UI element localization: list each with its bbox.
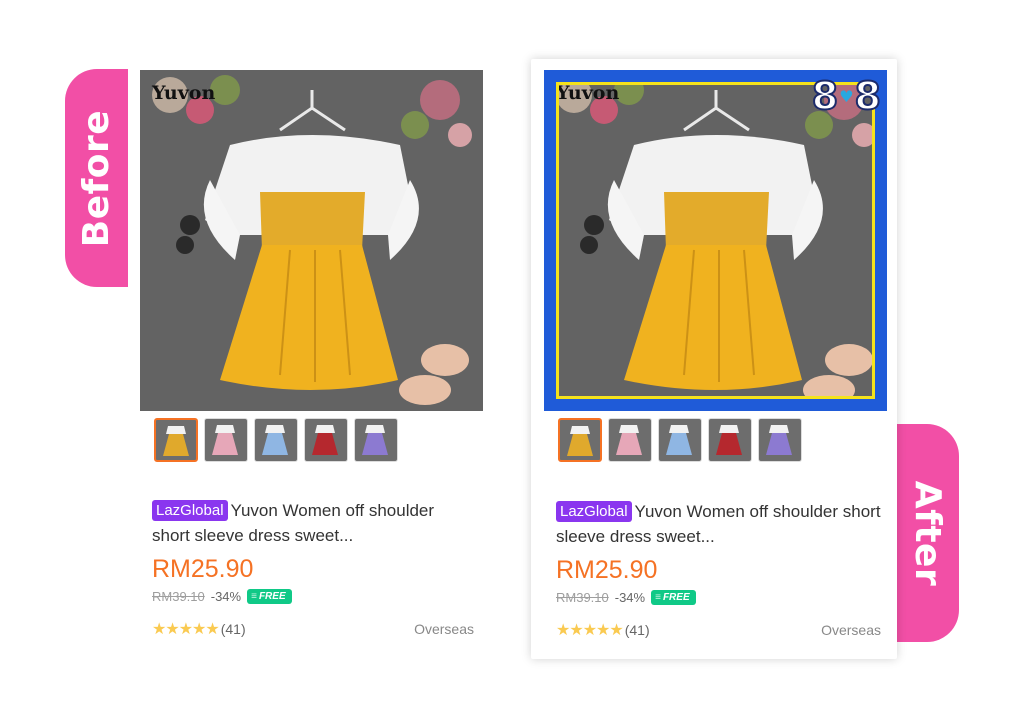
truck-speed-icon: ≡	[655, 592, 661, 603]
truck-speed-icon: ≡	[251, 591, 257, 602]
product-card-after[interactable]: Yuvon 8 ♥ 8 LazGlobal Yuvon Women off shoul…	[531, 59, 897, 659]
badge-digit-left: 8	[811, 73, 839, 119]
image-brand-watermark: Yuvon	[152, 82, 216, 104]
product-price: RM25.90	[556, 556, 658, 584]
thumbnail-blue[interactable]	[658, 418, 702, 462]
original-price: RM39.10	[556, 590, 609, 605]
thumbnail-purple[interactable]	[758, 418, 802, 462]
original-price: RM39.10	[152, 589, 205, 604]
review-count: (41)	[220, 621, 246, 637]
discount-percent: -34%	[614, 590, 646, 605]
product-title[interactable]: LazGlobal Yuvon Women off shoulder short …	[152, 498, 474, 548]
free-shipping-tag: ≡ FREE	[651, 590, 696, 605]
product-image[interactable]: Yuvon	[140, 70, 483, 411]
thumbnail-red[interactable]	[708, 418, 752, 462]
heart-icon: ♥	[839, 86, 854, 106]
price-meta: RM39.10 -34% ≡ FREE	[556, 590, 881, 605]
star-rating-icon: ★★★★★	[556, 622, 624, 639]
product-title[interactable]: LazGlobal Yuvon Women off shoulder short …	[556, 499, 881, 549]
thumbnail-pink[interactable]	[204, 418, 248, 462]
thumbnail-red[interactable]	[304, 418, 348, 462]
product-image[interactable]: Yuvon 8 ♥ 8	[544, 70, 887, 411]
free-label: FREE	[258, 591, 286, 602]
shipping-location: Overseas	[414, 621, 474, 637]
price-meta: RM39.10 -34% ≡ FREE	[152, 589, 474, 604]
review-count: (41)	[624, 622, 650, 638]
lazglobal-badge: LazGlobal	[152, 500, 228, 521]
product-price: RM25.90	[152, 555, 254, 583]
shipping-location: Overseas	[821, 622, 881, 638]
after-label: After	[907, 480, 949, 586]
discount-percent: -34%	[210, 589, 242, 604]
before-label: Before	[76, 109, 118, 247]
lazglobal-badge: LazGlobal	[556, 501, 632, 522]
thumbnail-strip	[558, 418, 802, 462]
after-label-tab: After	[897, 424, 959, 642]
rating: ★★★★★ (41)	[556, 620, 650, 640]
product-info: LazGlobal Yuvon Women off shoulder short …	[556, 499, 881, 640]
badge-digit-right: 8	[854, 73, 882, 119]
campaign-8-8-badge: 8 ♥ 8	[811, 73, 882, 119]
thumbnail-yellow[interactable]	[154, 418, 198, 462]
product-footer: ★★★★★ (41) Overseas	[556, 620, 881, 640]
product-info: LazGlobal Yuvon Women off shoulder short …	[152, 498, 474, 639]
thumbnail-blue[interactable]	[254, 418, 298, 462]
dress-illustration	[140, 70, 483, 411]
product-card-before[interactable]: Yuvon LazGlobal Yuvon Women off shoulder …	[140, 68, 485, 648]
before-label-tab: Before	[65, 69, 128, 287]
thumbnail-strip	[154, 418, 398, 462]
free-label: FREE	[662, 592, 690, 603]
thumbnail-pink[interactable]	[608, 418, 652, 462]
thumbnail-yellow[interactable]	[558, 418, 602, 462]
free-shipping-tag: ≡ FREE	[247, 589, 292, 604]
thumbnail-purple[interactable]	[354, 418, 398, 462]
image-brand-watermark: Yuvon	[556, 82, 620, 104]
dress-illustration	[544, 70, 887, 411]
rating: ★★★★★ (41)	[152, 619, 246, 639]
product-footer: ★★★★★ (41) Overseas	[152, 619, 474, 639]
star-rating-icon: ★★★★★	[152, 621, 220, 638]
